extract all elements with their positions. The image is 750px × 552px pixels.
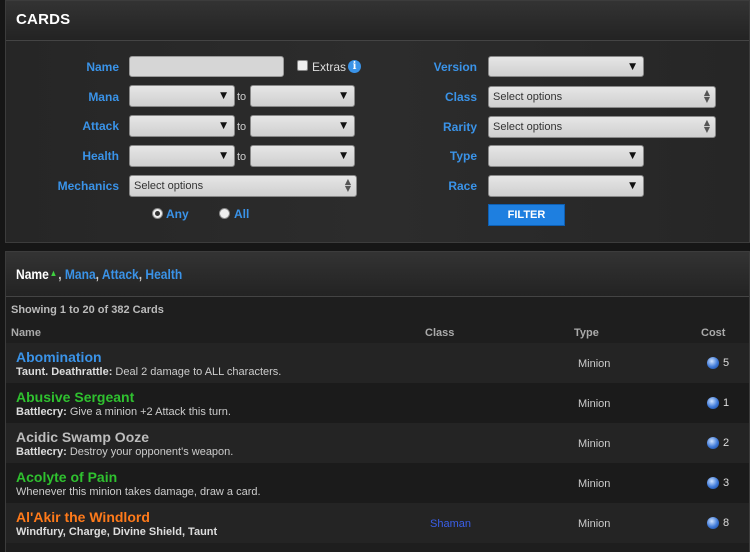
mana-gem-icon	[707, 397, 719, 409]
race-label: Race	[448, 179, 477, 193]
panel-header: CARDS	[6, 1, 749, 41]
sort-mana[interactable]: Mana	[65, 266, 96, 282]
card-type: Minion	[578, 398, 611, 410]
result-count: Showing 1 to 20 of 382 Cards	[11, 304, 164, 316]
rarity-label: Rarity	[442, 120, 477, 134]
card-name-link[interactable]: Al'Akir the Windlord	[16, 509, 150, 525]
card-text: Windfury, Charge, Divine Shield, Taunt	[16, 526, 218, 538]
chevron-down-icon: ▼	[629, 62, 636, 72]
table-row: Acolyte of Pain Whenever this minion tak…	[6, 463, 749, 503]
card-name-link[interactable]: Abomination	[16, 349, 102, 365]
sort-health[interactable]: Health	[145, 266, 182, 282]
up-down-icon: ▲ ▼	[703, 118, 710, 134]
card-type: Minion	[578, 438, 611, 450]
filter-button[interactable]: FILTER	[488, 204, 565, 226]
all-label: All	[234, 207, 250, 221]
card-list-panel: Name▲, Mana, Attack, Health Showing 1 to…	[5, 251, 750, 552]
any-label: Any	[166, 207, 189, 221]
type-select[interactable]: ▼	[488, 145, 644, 167]
rarity-select[interactable]: Select options ▲ ▼	[488, 116, 716, 138]
column-header-cost: Cost	[701, 327, 726, 339]
card-table: Abomination Taunt. Deathrattle: Deal 2 d…	[6, 343, 749, 543]
card-class: Shaman	[430, 518, 471, 530]
any-radio[interactable]	[152, 208, 163, 219]
filter-form: Name Extras i Mana ▼ to ▼ Attack ▼ to ▼ …	[6, 41, 749, 242]
rarity-placeholder: Select options	[493, 121, 563, 133]
mana-gem-icon	[707, 437, 719, 449]
card-cost: 2	[723, 437, 730, 449]
column-header-class: Class	[425, 327, 455, 339]
column-header-name: Name	[11, 327, 41, 339]
sort-attack[interactable]: Attack	[102, 266, 139, 282]
type-label: Type	[449, 149, 477, 163]
card-cost: 8	[723, 517, 730, 529]
card-cost: 5	[723, 357, 730, 369]
card-name-link[interactable]: Acidic Swamp Ooze	[16, 429, 149, 445]
table-row: Al'Akir the Windlord Windfury, Charge, D…	[6, 503, 749, 543]
sort-bar: Name▲, Mana, Attack, Health	[16, 266, 183, 282]
card-cost: 3	[723, 477, 730, 489]
cards-filter-panel: CARDS Name Extras i Mana ▼ to ▼ Attack ▼…	[5, 0, 750, 243]
mana-gem-icon	[707, 517, 719, 529]
mana-gem-icon	[707, 357, 719, 369]
column-header-type: Type	[574, 327, 599, 339]
up-down-icon: ▲ ▼	[703, 88, 710, 104]
chevron-down-icon: ▼	[629, 151, 636, 161]
class-label: Class	[444, 90, 477, 104]
card-text: Battlecry: Destroy your opponent's weapo…	[16, 446, 234, 458]
card-text: Whenever this minion takes damage, draw …	[16, 486, 261, 498]
card-name-link[interactable]: Acolyte of Pain	[16, 469, 117, 485]
card-type: Minion	[578, 518, 611, 530]
card-type: Minion	[578, 358, 611, 370]
table-row: Abomination Taunt. Deathrattle: Deal 2 d…	[6, 343, 749, 383]
version-select[interactable]: ▼	[488, 56, 644, 77]
class-select[interactable]: Select options ▲ ▼	[488, 86, 716, 108]
page-title: CARDS	[16, 11, 71, 28]
mana-gem-icon	[707, 477, 719, 489]
card-text: Battlecry: Give a minion +2 Attack this …	[16, 406, 231, 418]
race-select[interactable]: ▼	[488, 175, 644, 197]
table-row: Acidic Swamp Ooze Battlecry: Destroy you…	[6, 423, 749, 463]
card-name-link[interactable]: Abusive Sergeant	[16, 389, 134, 405]
card-text: Taunt. Deathrattle: Deal 2 damage to ALL…	[16, 366, 282, 378]
table-row: Abusive Sergeant Battlecry: Give a minio…	[6, 383, 749, 423]
card-cost: 1	[723, 397, 730, 409]
version-label: Version	[433, 60, 477, 74]
sort-asc-icon: ▲	[49, 268, 58, 278]
chevron-down-icon: ▼	[629, 181, 636, 191]
class-placeholder: Select options	[493, 91, 563, 103]
all-radio[interactable]	[219, 208, 230, 219]
card-type: Minion	[578, 478, 611, 490]
sort-name[interactable]: Name	[16, 266, 49, 282]
sort-header: Name▲, Mana, Attack, Health	[6, 252, 749, 297]
